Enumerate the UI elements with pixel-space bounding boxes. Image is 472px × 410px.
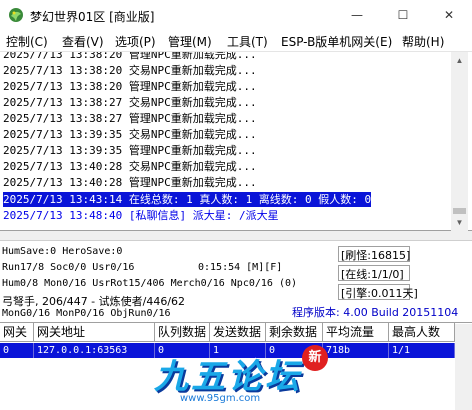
log-line: 2025/7/13 13:40:28 管理NPC重新加载完成... xyxy=(3,176,257,189)
hum-status: Hum0/8 Mon0/16 UsrRot15/406 Merch0/16 Np… xyxy=(2,278,298,289)
menu-options[interactable]: 选项(P) xyxy=(115,33,156,50)
maximize-icon: ☐ xyxy=(397,8,409,22)
log-line: 2025/7/13 13:39:35 交易NPC重新加载完成... xyxy=(3,128,257,141)
maximize-button[interactable]: ☐ xyxy=(380,0,426,30)
log-line: 2025/7/13 13:40:28 交易NPC重新加载完成... xyxy=(3,160,257,173)
run-status: Run17/8 Soc0/0 Usr0/16 xyxy=(2,262,135,273)
menu-bar: 控制(C) 查看(V) 选项(P) 管理(M) 工具(T) ESP-B版单机网关… xyxy=(0,30,472,52)
close-button[interactable]: ✕ xyxy=(426,0,472,30)
scroll-up-icon[interactable]: ▲ xyxy=(451,52,468,69)
log-line-chat: 2025/7/13 13:48:40 [私聊信息] 派大星: /派大星 xyxy=(3,209,279,222)
log-line: 2025/7/13 13:38:20 管理NPC重新加载完成... xyxy=(3,80,257,93)
minimize-button[interactable]: — xyxy=(334,0,380,30)
cell-max-users: 1/1 xyxy=(389,343,455,358)
column-header-max-users[interactable]: 最高人数 xyxy=(389,323,455,342)
column-header-gateway[interactable]: 网关 xyxy=(0,323,34,342)
log-line: 2025/7/13 13:38:27 交易NPC重新加载完成... xyxy=(3,96,257,109)
save-status: HumSave:0 HeroSave:0 xyxy=(2,246,123,257)
brush-count: [刷怪:16815] xyxy=(341,249,411,262)
online-count: [在线:1/1/0] xyxy=(341,268,404,281)
watermark-brand: 九五论坛 xyxy=(154,357,302,397)
cell-traffic: 718b xyxy=(323,343,389,358)
splitter[interactable] xyxy=(0,231,472,241)
log-line: 2025/7/13 13:38:20 交易NPC重新加载完成... xyxy=(3,64,257,77)
watermark-url: www.95gm.com xyxy=(180,393,261,404)
menu-esp-gateway[interactable]: ESP-B版单机网关(E) xyxy=(281,33,392,50)
minimize-icon: — xyxy=(351,8,363,22)
engine-time: [引擎:0.011天] xyxy=(341,287,418,300)
log-line-selected[interactable]: 2025/7/13 13:43:14 在线总数: 1 真人数: 1 离线数: 0… xyxy=(3,192,372,207)
watermark-badge: 新 xyxy=(302,345,328,371)
close-icon: ✕ xyxy=(443,8,455,22)
log-line: 2025/7/13 13:38:20 管理NPC重新加载完成... xyxy=(3,52,257,61)
log-scrollbar[interactable]: ▲ ▼ xyxy=(451,52,468,231)
scroll-down-icon[interactable]: ▼ xyxy=(451,214,468,231)
version-label: 程序版本: 4.00 Build 20151104 xyxy=(292,306,459,319)
table-scrollbar[interactable] xyxy=(455,324,472,410)
column-header-sent[interactable]: 发送数据 xyxy=(210,323,266,342)
log-panel[interactable]: 2025/7/13 13:38:20 管理NPC重新加载完成... 2025/7… xyxy=(0,52,472,231)
column-header-remaining[interactable]: 剩余数据 xyxy=(266,323,323,342)
menu-help[interactable]: 帮助(H) xyxy=(402,33,444,50)
column-header-traffic[interactable]: 平均流量 xyxy=(323,323,389,342)
cell-gateway: 0 xyxy=(0,343,34,358)
menu-manage[interactable]: 管理(M) xyxy=(168,33,212,50)
menu-control[interactable]: 控制(C) xyxy=(6,33,48,50)
title-bar: 梦幻世界01区 [商业版] — ☐ ✕ xyxy=(0,0,472,30)
uptime-timer: 0:15:54 [M][F] xyxy=(198,262,283,273)
menu-view[interactable]: 查看(V) xyxy=(62,33,104,50)
status-panel: HumSave:0 HeroSave:0 Run17/8 Soc0/0 Usr0… xyxy=(0,242,472,322)
player-status: 弓弩手, 206/447 - 试炼使者/446/62 xyxy=(2,295,186,308)
app-icon xyxy=(9,8,23,22)
window-title: 梦幻世界01区 [商业版] xyxy=(30,10,155,24)
column-header-address[interactable]: 网关地址 xyxy=(34,323,155,342)
menu-tools[interactable]: 工具(T) xyxy=(227,33,268,50)
log-line: 2025/7/13 13:38:27 管理NPC重新加载完成... xyxy=(3,112,257,125)
cell-address: 127.0.0.1:63563 xyxy=(34,343,155,358)
mon-status: MonG0/16 MonP0/16 ObjRun0/16 xyxy=(2,308,171,319)
column-header-queue[interactable]: 队列数据 xyxy=(155,323,210,342)
log-line: 2025/7/13 13:39:35 管理NPC重新加载完成... xyxy=(3,144,257,157)
forum-watermark: 九五论坛 新 www.95gm.com xyxy=(150,345,330,405)
